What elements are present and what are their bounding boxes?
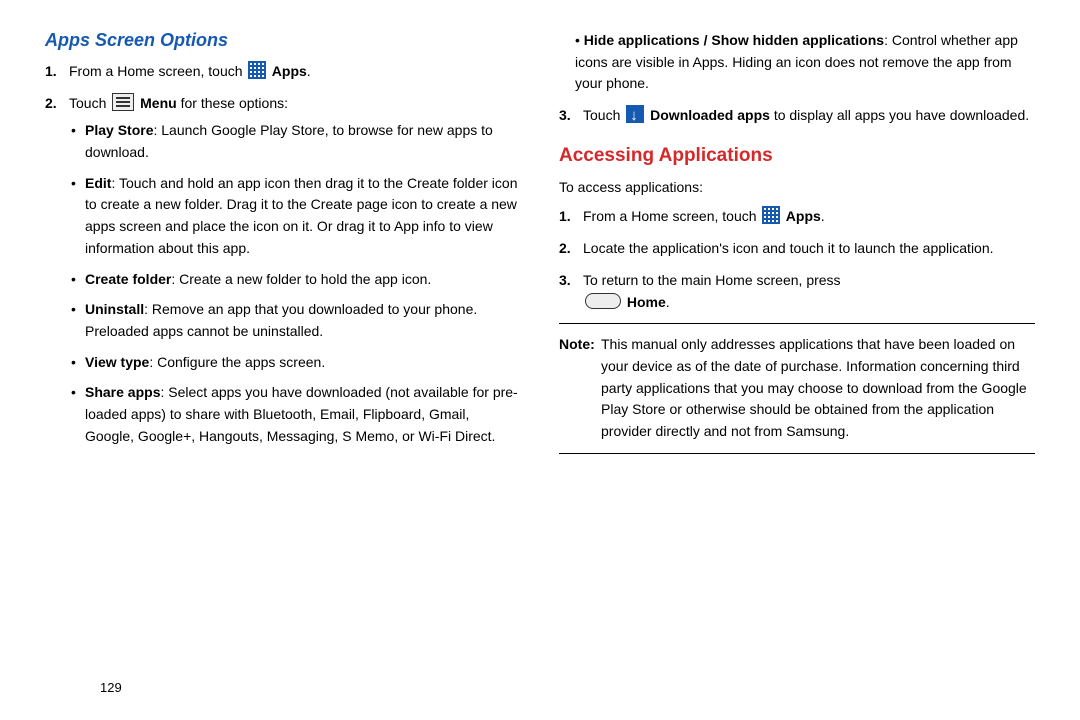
bullet-label: Uninstall — [85, 301, 144, 317]
left-column: Apps Screen Options 1. From a Home scree… — [45, 30, 521, 464]
bullet-label: Share apps — [85, 384, 160, 400]
bullet-play-store: Play Store: Launch Google Play Store, to… — [85, 120, 521, 163]
acc-step3-a: To return to the main Home screen, press — [583, 272, 841, 288]
acc-step3-c: . — [666, 294, 670, 310]
bullet-create-folder: Create folder: Create a new folder to ho… — [85, 269, 521, 291]
acc-step1-a: From a Home screen, touch — [583, 208, 760, 224]
note-label: Note: — [559, 334, 595, 356]
acc-step-1: 1. From a Home screen, touch Apps. — [583, 206, 1035, 228]
note-block: Note: This manual only addresses applica… — [559, 334, 1035, 442]
acc-step1-c: . — [821, 208, 825, 224]
bullet-label: Create folder — [85, 271, 171, 287]
step1-text-c: . — [307, 63, 311, 79]
apps-grid-icon — [762, 206, 780, 224]
bullet-label: View type — [85, 354, 149, 370]
step-3: 3. Touch Downloaded apps to display all … — [583, 105, 1035, 127]
bullet-label: Play Store — [85, 122, 153, 138]
step3-text-b: Downloaded apps — [646, 107, 770, 123]
separator — [559, 323, 1035, 324]
step3-text-a: Touch — [583, 107, 624, 123]
acc-step3-b: Home — [623, 294, 666, 310]
bullet-text: : Remove an app that you downloaded to y… — [85, 301, 477, 339]
separator — [559, 453, 1035, 454]
bullet-uninstall: Uninstall: Remove an app that you downlo… — [85, 299, 521, 342]
bullet-text: : Touch and hold an app icon then drag i… — [85, 175, 517, 256]
acc-step-2: 2. Locate the application's icon and tou… — [583, 238, 1035, 260]
step-1: 1. From a Home screen, touch Apps. — [69, 61, 521, 83]
acc-step2-text: Locate the application's icon and touch … — [583, 240, 994, 256]
step-2: 2. Touch Menu for these options: Play St… — [69, 93, 521, 448]
apps-grid-icon — [248, 61, 266, 79]
section-heading-apps-options: Apps Screen Options — [45, 30, 521, 51]
download-icon — [626, 105, 644, 123]
note-text: This manual only addresses applications … — [601, 336, 1027, 439]
section-heading-accessing: Accessing Applications — [559, 145, 1035, 167]
bullet-hide-applications: • Hide applications / Show hidden applic… — [559, 30, 1035, 95]
intro-text: To access applications: — [559, 177, 1035, 199]
bullet-view-type: View type: Configure the apps screen. — [85, 352, 521, 374]
right-column: • Hide applications / Show hidden applic… — [559, 30, 1035, 464]
bullet-share-apps: Share apps: Select apps you have downloa… — [85, 382, 521, 447]
step1-text-a: From a Home screen, touch — [69, 63, 246, 79]
page-number: 129 — [100, 680, 122, 695]
bullet-text: : Create a new folder to hold the app ic… — [171, 271, 431, 287]
home-button-icon — [585, 293, 621, 309]
bullet-edit: Edit: Touch and hold an app icon then dr… — [85, 173, 521, 260]
menu-icon — [112, 93, 134, 111]
acc-step1-b: Apps — [782, 208, 820, 224]
step2-text-a: Touch — [69, 95, 110, 111]
bullet-label: Hide applications / Show hidden applicat… — [584, 32, 884, 48]
step3-text-c: to display all apps you have downloaded. — [770, 107, 1029, 123]
step1-text-b: Apps — [268, 63, 306, 79]
step2-text-b: Menu — [136, 95, 176, 111]
acc-step-3: 3. To return to the main Home screen, pr… — [583, 270, 1035, 313]
bullet-label: Edit — [85, 175, 111, 191]
step2-text-c: for these options: — [177, 95, 288, 111]
bullet-text: : Configure the apps screen. — [149, 354, 325, 370]
